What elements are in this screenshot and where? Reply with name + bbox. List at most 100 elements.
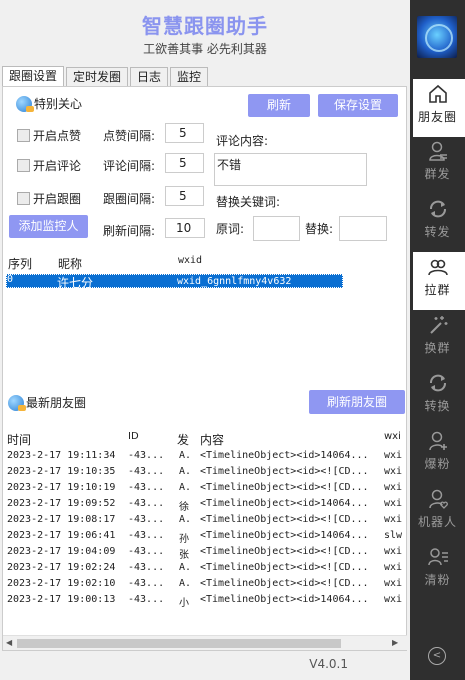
refresh-moments-button[interactable]: 刷新朋友圈 (309, 390, 405, 414)
tab-bar: 跟圈设置 定时发圈 日志 监控 (2, 66, 210, 86)
row-index: 0 (7, 274, 14, 285)
replace-with-input[interactable] (339, 216, 387, 241)
enable-comment-checkbox[interactable]: 开启评论 (17, 157, 81, 174)
moment-sender-cell: A. (179, 578, 192, 589)
table-row[interactable]: 2023-2-17 19:02:10 -43... A. <TimelineObjec… (3, 577, 407, 593)
moment-wxid-cell: wxi (384, 514, 403, 525)
moment-wxid-cell: wxi (384, 594, 403, 605)
moments-table-header: 时间 ID 发 内容 wxi (3, 429, 407, 447)
moment-content-cell: <TimelineObject><id>14064... (200, 498, 369, 509)
sidebar-label-boost-fans: 爆粉 (424, 457, 451, 471)
save-settings-button[interactable]: 保存设置 (318, 94, 398, 117)
refresh-interval-input[interactable]: 10 (165, 218, 205, 238)
moment-time-cell: 2023-2-17 19:04:09 (7, 546, 116, 557)
moment-sender-cell: 张 (179, 550, 189, 561)
refresh-button[interactable]: 刷新 (248, 94, 310, 117)
original-word-input[interactable] (253, 216, 300, 241)
scroll-thumb[interactable] (17, 639, 341, 648)
table-row[interactable]: 2023-2-17 19:09:52 -43... 徐 <TimelineObject… (3, 497, 407, 513)
moment-wxid-cell: wxi (384, 482, 403, 493)
moment-time-cell: 2023-2-17 19:02:10 (7, 578, 116, 589)
moment-sender-cell: A. (179, 482, 192, 493)
sidebar-item-moments[interactable]: 朋友圈 (410, 79, 465, 137)
col-content: 内容 (200, 433, 225, 447)
moment-id-cell: -43... (128, 594, 165, 605)
table-row[interactable]: 2023-2-17 19:06:41 -43... 孙 <TimelineObject… (3, 529, 407, 545)
like-interval-input[interactable]: 5 (165, 123, 204, 143)
latest-moments-icon (8, 394, 26, 411)
tab-scheduled-post[interactable]: 定时发圈 (66, 67, 129, 86)
moment-content-cell: <TimelineObject><id><![CD... (200, 466, 369, 477)
scroll-right-icon[interactable]: ▶ (392, 638, 398, 647)
special-care-icon (16, 95, 34, 112)
enable-like-box[interactable] (17, 129, 30, 142)
table-row[interactable]: 2023-2-17 19:02:24 -43... A. <TimelineObjec… (3, 561, 407, 577)
moment-content-cell: <TimelineObject><id><![CD... (200, 578, 369, 589)
sidebar-label-switch-group: 换群 (424, 341, 451, 355)
sidebar-label-moments: 朋友圈 (417, 110, 457, 124)
moment-time-cell: 2023-2-17 19:09:52 (7, 498, 116, 509)
group-icon (427, 259, 448, 276)
sidebar-label-pull-group: 拉群 (424, 283, 451, 297)
enable-comment-box[interactable] (17, 159, 30, 172)
replace-keyword-label: 替换关键词: (216, 195, 281, 209)
sidebar-item-pull-group[interactable]: 拉群 (410, 252, 465, 310)
row-nickname: 许七分 (57, 276, 94, 290)
table-row[interactable]: 2023-2-17 19:00:13 -43... 小 <TimelineObject… (3, 593, 407, 609)
add-monitor-button[interactable]: 添加监控人 (9, 215, 88, 238)
tab-follow-settings[interactable]: 跟圈设置 (2, 66, 65, 86)
convert-icon (429, 374, 446, 392)
sidebar-item-switch-group[interactable]: 换群 (410, 310, 465, 368)
col-wxid: wxid (178, 255, 203, 266)
version-label: V4.0.1 (309, 657, 348, 671)
table-row[interactable]: 2023-2-17 19:10:19 -43... A. <TimelineObjec… (3, 481, 407, 497)
robot-heart-icon (428, 489, 448, 509)
sidebar-item-forward[interactable]: 转发 (410, 194, 465, 252)
col-wxid2: wxi (384, 431, 401, 442)
special-care-title: 特别关心 (34, 97, 83, 111)
magic-wand-icon (429, 316, 447, 334)
follow-interval-input[interactable]: 5 (165, 186, 204, 206)
app-subtitle: 工欲善其事 必先利其器 (143, 42, 267, 56)
sidebar-label-broadcast: 群发 (424, 167, 451, 181)
add-user-icon (428, 431, 447, 451)
enable-follow-label: 开启跟圈 (33, 192, 82, 206)
moment-wxid-cell: wxi (384, 466, 403, 477)
table-row[interactable]: 0 许七分 wxid_6gnnlfmny4v632 (6, 274, 343, 290)
enable-follow-checkbox[interactable]: 开启跟圈 (17, 190, 81, 207)
moment-time-cell: 2023-2-17 19:00:13 (7, 594, 116, 605)
table-row[interactable]: 2023-2-17 19:04:09 -43... 张 <TimelineObject… (3, 545, 407, 561)
enable-like-checkbox[interactable]: 开启点赞 (17, 127, 81, 144)
sidebar-item-clean-fans[interactable]: 清粉 (410, 542, 465, 600)
sidebar-item-robot[interactable]: 机器人 (410, 484, 465, 542)
moment-id-cell: -43... (128, 482, 165, 493)
refresh-icon (429, 200, 446, 218)
horizontal-scrollbar[interactable]: ◀ ▶ (3, 635, 407, 650)
special-care-header: 特别关心 (16, 95, 82, 112)
sidebar-item-boost-fans[interactable]: 爆粉 (410, 426, 465, 484)
settings-panel: 特别关心 刷新 保存设置 开启点赞 开启评论 开启跟圈 点赞间隔: 5 评论间隔… (2, 86, 407, 651)
replace-with-label: 替换: (305, 222, 334, 236)
enable-comment-label: 开启评论 (33, 159, 82, 173)
sidebar-item-broadcast[interactable]: 群发 (410, 136, 465, 194)
moments-table-body: 2023-2-17 19:11:34 -43... A. <TimelineObjec… (3, 449, 407, 637)
table-row[interactable]: 2023-2-17 19:08:17 -43... A. <TimelineObjec… (3, 513, 407, 529)
sidebar-item-convert[interactable]: 转换 (410, 368, 465, 426)
moment-id-cell: -43... (128, 514, 165, 525)
row-wxid: wxid_6gnnlfmny4v632 (177, 276, 292, 287)
enable-follow-box[interactable] (17, 192, 30, 205)
moment-wxid-cell: wxi (384, 578, 403, 589)
moment-content-cell: <TimelineObject><id><![CD... (200, 482, 369, 493)
comment-interval-input[interactable]: 5 (165, 153, 204, 173)
moment-wxid-cell: wxi (384, 450, 403, 461)
comment-content-label: 评论内容: (216, 134, 269, 148)
tab-monitor[interactable]: 监控 (170, 67, 209, 86)
col-sender: 发 (177, 433, 190, 447)
scroll-left-icon[interactable]: ◀ (6, 638, 12, 647)
comment-content-input[interactable]: 不错 (214, 153, 367, 186)
tab-log[interactable]: 日志 (130, 67, 169, 86)
moment-time-cell: 2023-2-17 19:10:35 (7, 466, 116, 477)
table-row[interactable]: 2023-2-17 19:11:34 -43... A. <TimelineObjec… (3, 449, 407, 465)
table-row[interactable]: 2023-2-17 19:10:35 -43... A. <TimelineObjec… (3, 465, 407, 481)
collapse-icon[interactable]: < (428, 647, 446, 665)
